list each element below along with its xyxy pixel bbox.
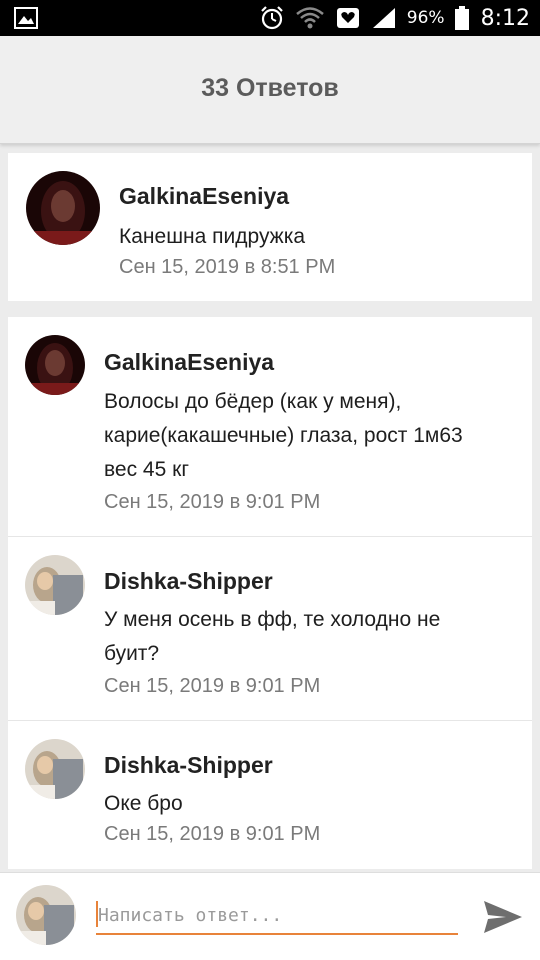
comment-date: Сен 15, 2019 в 9:01 PM: [104, 675, 321, 697]
battery-percent: 96%: [406, 8, 445, 28]
comment-date: Сен 15, 2019 в 8:51 PM: [119, 256, 336, 278]
comment-text-line: вес 45 кг: [104, 458, 189, 481]
comment-text-line: карие(какашечные) глаза, рост 1м63: [104, 424, 463, 447]
signal-icon: [371, 6, 397, 30]
comment-date: Сен 15, 2019 в 9:01 PM: [104, 823, 321, 845]
app-bar: 33 Ответов: [0, 36, 540, 144]
comment-text: У меня осень в фф, те холодно не буит?: [104, 603, 524, 671]
send-icon: [484, 901, 522, 933]
list-item[interactable]: Dishka-Shipper У меня осень в фф, те хол…: [8, 537, 532, 721]
text-cursor: [96, 901, 98, 927]
comment-text: Канешна пидружка: [119, 225, 306, 248]
notification-heart-icon: [335, 6, 361, 30]
reply-composer: [0, 872, 540, 960]
reply-input[interactable]: [96, 897, 458, 935]
replies-list[interactable]: GalkinaEseniya Волосы до бёдер (как у ме…: [8, 317, 532, 869]
alarm-icon: [259, 5, 285, 31]
comment-text-line: Волосы до бёдер (как у меня),: [104, 390, 402, 413]
comment-author[interactable]: GalkinaEseniya: [104, 349, 274, 376]
status-bar: 96% 8:12: [0, 0, 540, 36]
avatar[interactable]: [25, 739, 85, 799]
parent-comment[interactable]: GalkinaEseniya Канешна пидружка Сен 15, …: [8, 153, 532, 301]
avatar[interactable]: [25, 335, 85, 395]
gallery-icon: [14, 7, 38, 29]
battery-icon: [454, 6, 469, 30]
list-item[interactable]: GalkinaEseniya Волосы до бёдер (как у ме…: [8, 317, 532, 537]
comment-author[interactable]: Dishka-Shipper: [104, 752, 273, 779]
comment-text-line: У меня осень в фф, те холодно не: [104, 608, 441, 631]
send-button[interactable]: [480, 895, 524, 939]
comment-date: Сен 15, 2019 в 9:01 PM: [104, 491, 321, 513]
avatar[interactable]: [25, 555, 85, 615]
avatar[interactable]: [16, 885, 76, 945]
comment-text: Оке бро: [104, 787, 524, 821]
comment-text-line: буит?: [104, 642, 160, 665]
comment-author[interactable]: Dishka-Shipper: [104, 568, 273, 595]
avatar[interactable]: [26, 171, 100, 245]
comment-author[interactable]: GalkinaEseniya: [119, 183, 289, 210]
list-item[interactable]: Dishka-Shipper Оке бро Сен 15, 2019 в 9:…: [8, 721, 532, 869]
comment-text-line: Оке бро: [104, 792, 183, 815]
page-title: 33 Ответов: [201, 74, 339, 102]
wifi-icon: [295, 6, 325, 30]
clock: 8:12: [480, 5, 530, 31]
comment-text: Волосы до бёдер (как у меня), карие(кака…: [104, 385, 524, 487]
